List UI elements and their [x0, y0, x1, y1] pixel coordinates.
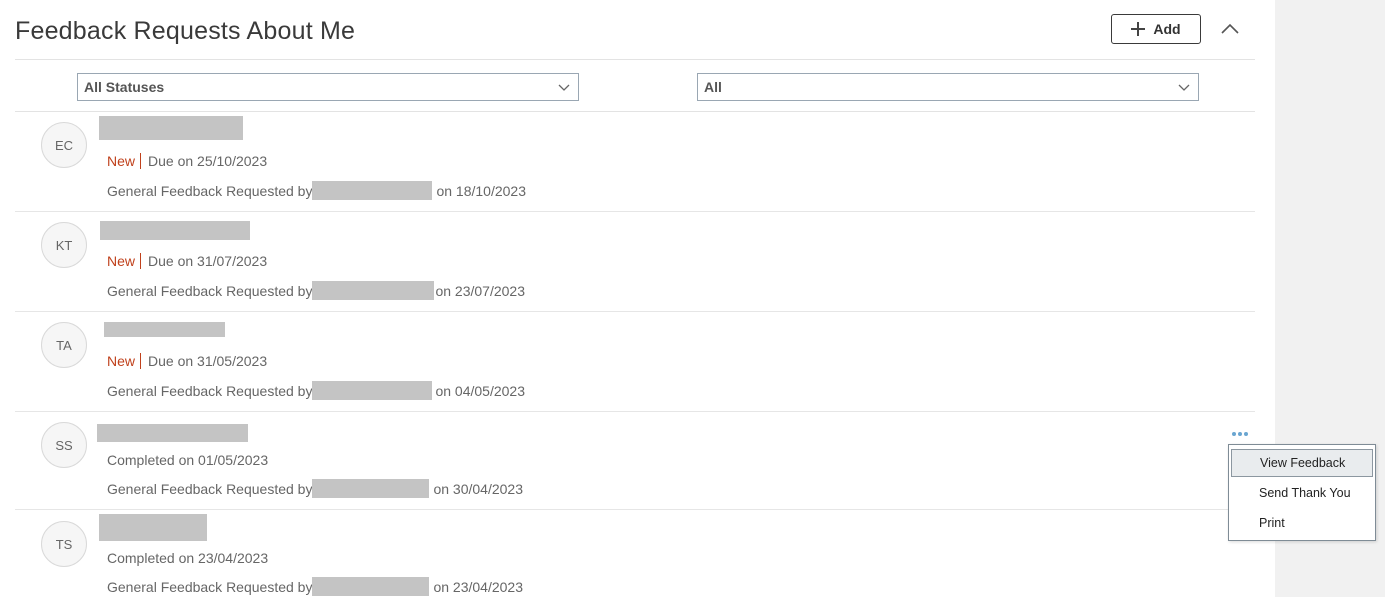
status-badge: New [107, 353, 136, 369]
feedback-request-row[interactable]: TS Completed on 23/04/2023 General Feedb… [15, 510, 1255, 597]
request-date: on 23/07/2023 [435, 283, 525, 299]
request-line: General Feedback Requested by on 23/04/20… [107, 577, 523, 597]
request-line: General Feedback Requested by on 04/05/20… [107, 381, 525, 401]
redacted-requester [312, 281, 435, 301]
status-separator [140, 153, 142, 169]
request-line: General Feedback Requested by on 23/07/20… [107, 281, 525, 301]
status-separator [140, 253, 142, 269]
menu-item-view-feedback[interactable]: View Feedback [1231, 449, 1373, 477]
request-prefix: General Feedback Requested by [107, 183, 313, 199]
type-filter-select[interactable]: All [697, 73, 1199, 101]
collapse-button[interactable] [1218, 18, 1242, 40]
chevron-down-icon [1178, 84, 1190, 91]
request-prefix: General Feedback Requested by [107, 579, 313, 595]
status-separator [140, 353, 142, 369]
status-line: New Due on 25/10/2023 [107, 153, 267, 169]
feedback-request-row[interactable]: SS Completed on 01/05/2023 General Feedb… [15, 412, 1255, 510]
completed-date: Completed on 23/04/2023 [107, 550, 269, 566]
add-button[interactable]: Add [1111, 14, 1201, 44]
avatar: EC [41, 122, 87, 168]
redacted-name [99, 514, 207, 541]
avatar: SS [41, 422, 87, 468]
status-line: Completed on 23/04/2023 [107, 550, 268, 566]
redacted-name [104, 322, 225, 337]
feedback-request-row[interactable]: KT New Due on 31/07/2023 General Feedbac… [15, 212, 1255, 312]
feedback-request-row[interactable]: TA New Due on 31/05/2023 General Feedbac… [15, 312, 1255, 412]
status-filter-select[interactable]: All Statuses [77, 73, 579, 101]
request-line: General Feedback Requested by on 30/04/20… [107, 479, 523, 499]
request-line: General Feedback Requested by on 18/10/20… [107, 181, 526, 201]
more-horizontal-icon[interactable] [1232, 432, 1248, 440]
add-button-label: Add [1153, 21, 1181, 37]
menu-item-send-thank-you[interactable]: Send Thank You [1231, 479, 1373, 507]
avatar: TS [41, 521, 87, 567]
menu-item-print[interactable]: Print [1231, 509, 1373, 537]
request-prefix: General Feedback Requested by [107, 283, 313, 299]
chevron-down-icon [558, 84, 570, 91]
redacted-name [100, 221, 250, 240]
page-title: Feedback Requests About Me [15, 17, 356, 45]
request-date: on 23/04/2023 [433, 579, 523, 595]
redacted-requester [312, 181, 433, 201]
redacted-requester [312, 577, 430, 597]
status-badge: New [107, 253, 136, 269]
avatar: TA [41, 322, 87, 368]
status-line: New Due on 31/05/2023 [107, 353, 267, 369]
redacted-requester [312, 479, 430, 499]
chevron-up-icon [1221, 23, 1239, 34]
request-prefix: General Feedback Requested by [107, 383, 313, 399]
type-filter-value: All [704, 79, 722, 95]
status-line: Completed on 01/05/2023 [107, 452, 268, 468]
status-line: New Due on 31/07/2023 [107, 253, 267, 269]
avatar: KT [41, 222, 87, 268]
completed-date: Completed on 01/05/2023 [107, 452, 269, 468]
redacted-requester [312, 381, 433, 401]
feedback-request-row[interactable]: EC New Due on 25/10/2023 General Feedbac… [15, 112, 1255, 212]
header-divider [15, 59, 1255, 60]
row-actions-menu: View Feedback Send Thank You Print [1228, 444, 1376, 541]
due-date: Due on 31/05/2023 [148, 353, 268, 369]
request-date: on 18/10/2023 [436, 183, 526, 199]
status-badge: New [107, 153, 136, 169]
request-date: on 04/05/2023 [435, 383, 525, 399]
plus-icon [1131, 22, 1146, 36]
redacted-name [99, 116, 243, 140]
request-prefix: General Feedback Requested by [107, 481, 313, 497]
status-filter-value: All Statuses [84, 79, 165, 95]
request-date: on 30/04/2023 [433, 481, 523, 497]
due-date: Due on 31/07/2023 [148, 253, 268, 269]
due-date: Due on 25/10/2023 [148, 153, 268, 169]
redacted-name [97, 424, 248, 442]
